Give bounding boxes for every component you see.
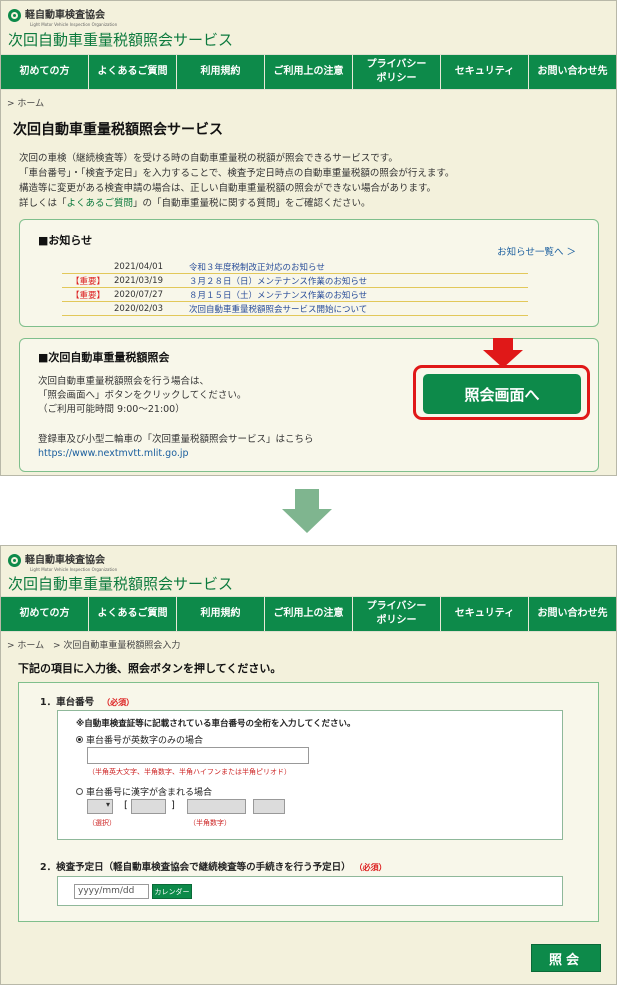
- org-subname: Light Motor Vehicle Inspection Organizat…: [30, 22, 118, 27]
- nav-privacy[interactable]: プライバシー ポリシー: [353, 597, 441, 631]
- news-tag: 【重要】: [70, 276, 105, 287]
- breadcrumb-home[interactable]: > ホーム: [7, 641, 44, 651]
- org-name: 軽自動車検査協会: [25, 554, 105, 566]
- nav-terms[interactable]: 利用規約: [177, 55, 265, 89]
- inquiry-line: 「照会画面へ」ボタンをクリックしてください。: [38, 390, 247, 401]
- news-text: ８月１５日（土）メンテナンス作業のお知らせ: [189, 290, 368, 301]
- intro-line: 次回の車検（継続検査等）を受ける時の自動車重量税の税額が照会できるサービスです。: [19, 153, 398, 164]
- chassis-number-part-input-2[interactable]: [253, 799, 285, 814]
- org-logo-icon: [8, 9, 21, 22]
- intro-text-b: 」の「自動車重量税に関する質問」をご確認ください。: [133, 198, 371, 209]
- radio-kanji[interactable]: 車台番号に漢字が含まれる場合: [76, 785, 212, 798]
- nav-contact[interactable]: お問い合わせ先: [529, 597, 616, 631]
- numeric-hint: （半角数字）: [189, 819, 231, 827]
- nav-security[interactable]: セキュリティ: [441, 55, 529, 89]
- org-subname: Light Motor Vehicle Inspection Organizat…: [30, 567, 118, 572]
- down-arrow-icon: [282, 489, 332, 533]
- news-text: 次回自動車重量税額照会サービス開始について: [189, 304, 368, 315]
- inspection-date-input[interactable]: yyyy/mm/dd: [74, 884, 149, 899]
- calendar-button[interactable]: カレンダー: [152, 884, 192, 899]
- select-hint: （選択）: [88, 819, 116, 827]
- chassis-number-label-text: 1．車台番号: [40, 697, 95, 708]
- registered-vehicle-info: 登録車及び小型二輪車の「次回重量税額照会サービス」はこちら https://ww…: [38, 433, 314, 461]
- nav-terms[interactable]: 利用規約: [177, 597, 265, 631]
- news-title: ■お知らせ: [38, 234, 93, 247]
- org-logo[interactable]: 軽自動車検査協会 Light Motor Vehicle Inspection …: [8, 9, 117, 27]
- radio-unselected-icon: [76, 788, 83, 795]
- site-title[interactable]: 次回自動車重量税額照会サービス: [8, 29, 233, 50]
- nav-usage-notes[interactable]: ご利用上の注意: [265, 55, 353, 89]
- intro-line: 「車台番号」・「検査予定日」を入力することで、検査予定日時点の自動車重量税額の照…: [19, 168, 455, 179]
- nav-usage-notes[interactable]: ご利用上の注意: [265, 597, 353, 631]
- chevron-down-icon: ▾: [105, 800, 110, 809]
- nav-security[interactable]: セキュリティ: [441, 597, 529, 631]
- news-item[interactable]: 【重要】 2021/03/19 ３月２８日（日）メンテナンス作業のお知らせ: [62, 274, 528, 288]
- radio-kanji-label: 車台番号に漢字が含まれる場合: [86, 788, 213, 798]
- news-box: ■お知らせ お知らせ一覧へ ＞ 2021/04/01 令和３年度税制改正対応のお知…: [19, 219, 599, 327]
- news-text: ３月２８日（日）メンテナンス作業のお知らせ: [189, 276, 368, 287]
- nav-faq[interactable]: よくあるご質問: [89, 597, 177, 631]
- registered-vehicle-text: 登録車及び小型二輪車の「次回重量税額照会サービス」はこちら: [38, 434, 314, 445]
- inquiry-desc: 次回自動車重量税額照会を行う場合は、 「照会画面へ」ボタンをクリックしてください…: [38, 375, 246, 417]
- inquiry-screen-button[interactable]: 照会画面へ: [423, 374, 581, 414]
- required-badge: （必須）: [102, 698, 135, 707]
- org-name: 軽自動車検査協会: [25, 9, 105, 21]
- inquiry-title: ■次回自動車重量税額照会: [38, 351, 170, 364]
- intro-text: 次回の車検（継続検査等）を受ける時の自動車重量税の税額が照会できるサービスです。…: [19, 151, 609, 211]
- news-item[interactable]: 2021/04/01 令和３年度税制改正対応のお知らせ: [62, 260, 528, 274]
- nav-privacy[interactable]: プライバシー ポリシー: [353, 55, 441, 89]
- bracket-close: ]: [171, 800, 175, 811]
- breadcrumb: > ホーム > 次回自動車重量税額照会入力: [7, 638, 180, 651]
- news-date: 2020/07/27: [114, 289, 163, 300]
- radio-alnum-label: 車台番号が英数字のみの場合: [86, 736, 204, 746]
- news-tag: 【重要】: [70, 290, 105, 301]
- nav-first-time[interactable]: 初めての方: [1, 55, 89, 89]
- news-list-link[interactable]: お知らせ一覧へ ＞: [497, 244, 576, 258]
- inspection-date-label-text: 2．検査予定日（軽自動車検査協会で継続検査等の手続きを行う予定日）: [40, 862, 351, 873]
- radio-alnum[interactable]: 車台番号が英数字のみの場合: [76, 733, 203, 746]
- pointer-arrow-icon: [483, 338, 523, 368]
- chassis-number-part-input[interactable]: [187, 799, 246, 814]
- faq-link[interactable]: よくあるご質問: [67, 198, 134, 209]
- chassis-number-hint: （半角英大文字、半角数字、半角ハイフンまたは半角ピリオド）: [88, 768, 291, 776]
- kanji-select[interactable]: ▾: [87, 799, 113, 814]
- main-nav: 初めての方 よくあるご質問 利用規約 ご利用上の注意 プライバシー ポリシー セ…: [1, 596, 616, 632]
- org-logo-icon: [8, 554, 21, 567]
- top-screen: 軽自動車検査協会 Light Motor Vehicle Inspection …: [0, 0, 617, 476]
- nav-first-time[interactable]: 初めての方: [1, 597, 89, 631]
- breadcrumb-home[interactable]: > ホーム: [7, 96, 44, 109]
- inquiry-line: 次回自動車重量税額照会を行う場合は、: [38, 376, 210, 387]
- form-instruction: 下記の項目に入力後、照会ボタンを押してください。: [18, 662, 282, 675]
- nav-faq[interactable]: よくあるご質問: [89, 55, 177, 89]
- mlit-url-link[interactable]: https://www.nextmvtt.mlit.go.jp: [38, 448, 189, 459]
- intro-text-a: 詳しくは「: [19, 198, 67, 209]
- submit-inquiry-button[interactable]: 照会: [531, 944, 601, 972]
- radio-selected-icon: [76, 736, 83, 743]
- chassis-number-label: 1．車台番号 （必須）: [40, 694, 134, 708]
- breadcrumb-current: > 次回自動車重量税額照会入力: [53, 641, 181, 651]
- main-nav: 初めての方 よくあるご質問 利用規約 ご利用上の注意 プライバシー ポリシー セ…: [1, 54, 616, 90]
- inspection-date-label: 2．検査予定日（軽自動車検査協会で継続検査等の手続きを行う予定日） （必須）: [40, 859, 387, 873]
- intro-line: 構造等に変更がある検査申請の場合は、正しい自動車重量税額の照会ができない場合があ…: [19, 183, 437, 194]
- intro-line: 詳しくは「よくあるご質問」の「自動車重量税に関する質問」をご確認ください。: [19, 196, 609, 211]
- news-date: 2021/03/19: [114, 275, 163, 286]
- page-title: 次回自動車重量税額照会サービス: [13, 122, 223, 138]
- required-badge: （必須）: [358, 863, 387, 872]
- chassis-number-input[interactable]: [87, 747, 309, 764]
- news-date: 2021/04/01: [114, 261, 163, 272]
- news-date: 2020/02/03: [114, 303, 163, 314]
- news-item[interactable]: 【重要】 2020/07/27 ８月１５日（土）メンテナンス作業のお知らせ: [62, 288, 528, 302]
- org-logo[interactable]: 軽自動車検査協会 Light Motor Vehicle Inspection …: [8, 554, 117, 572]
- news-text: 令和３年度税制改正対応のお知らせ: [189, 262, 325, 273]
- bracket-open: [: [124, 800, 128, 811]
- inquiry-hours: （ご利用可能時間 9:00～21:00）: [38, 404, 185, 415]
- chassis-number-note: ※自動車検査証等に記載されている車台番号の全桁を入力してください。: [76, 719, 356, 729]
- nav-contact[interactable]: お問い合わせ先: [529, 55, 616, 89]
- kanji-part-input[interactable]: [131, 799, 166, 814]
- news-item[interactable]: 2020/02/03 次回自動車重量税額照会サービス開始について: [62, 302, 528, 316]
- site-title[interactable]: 次回自動車重量税額照会サービス: [8, 573, 233, 594]
